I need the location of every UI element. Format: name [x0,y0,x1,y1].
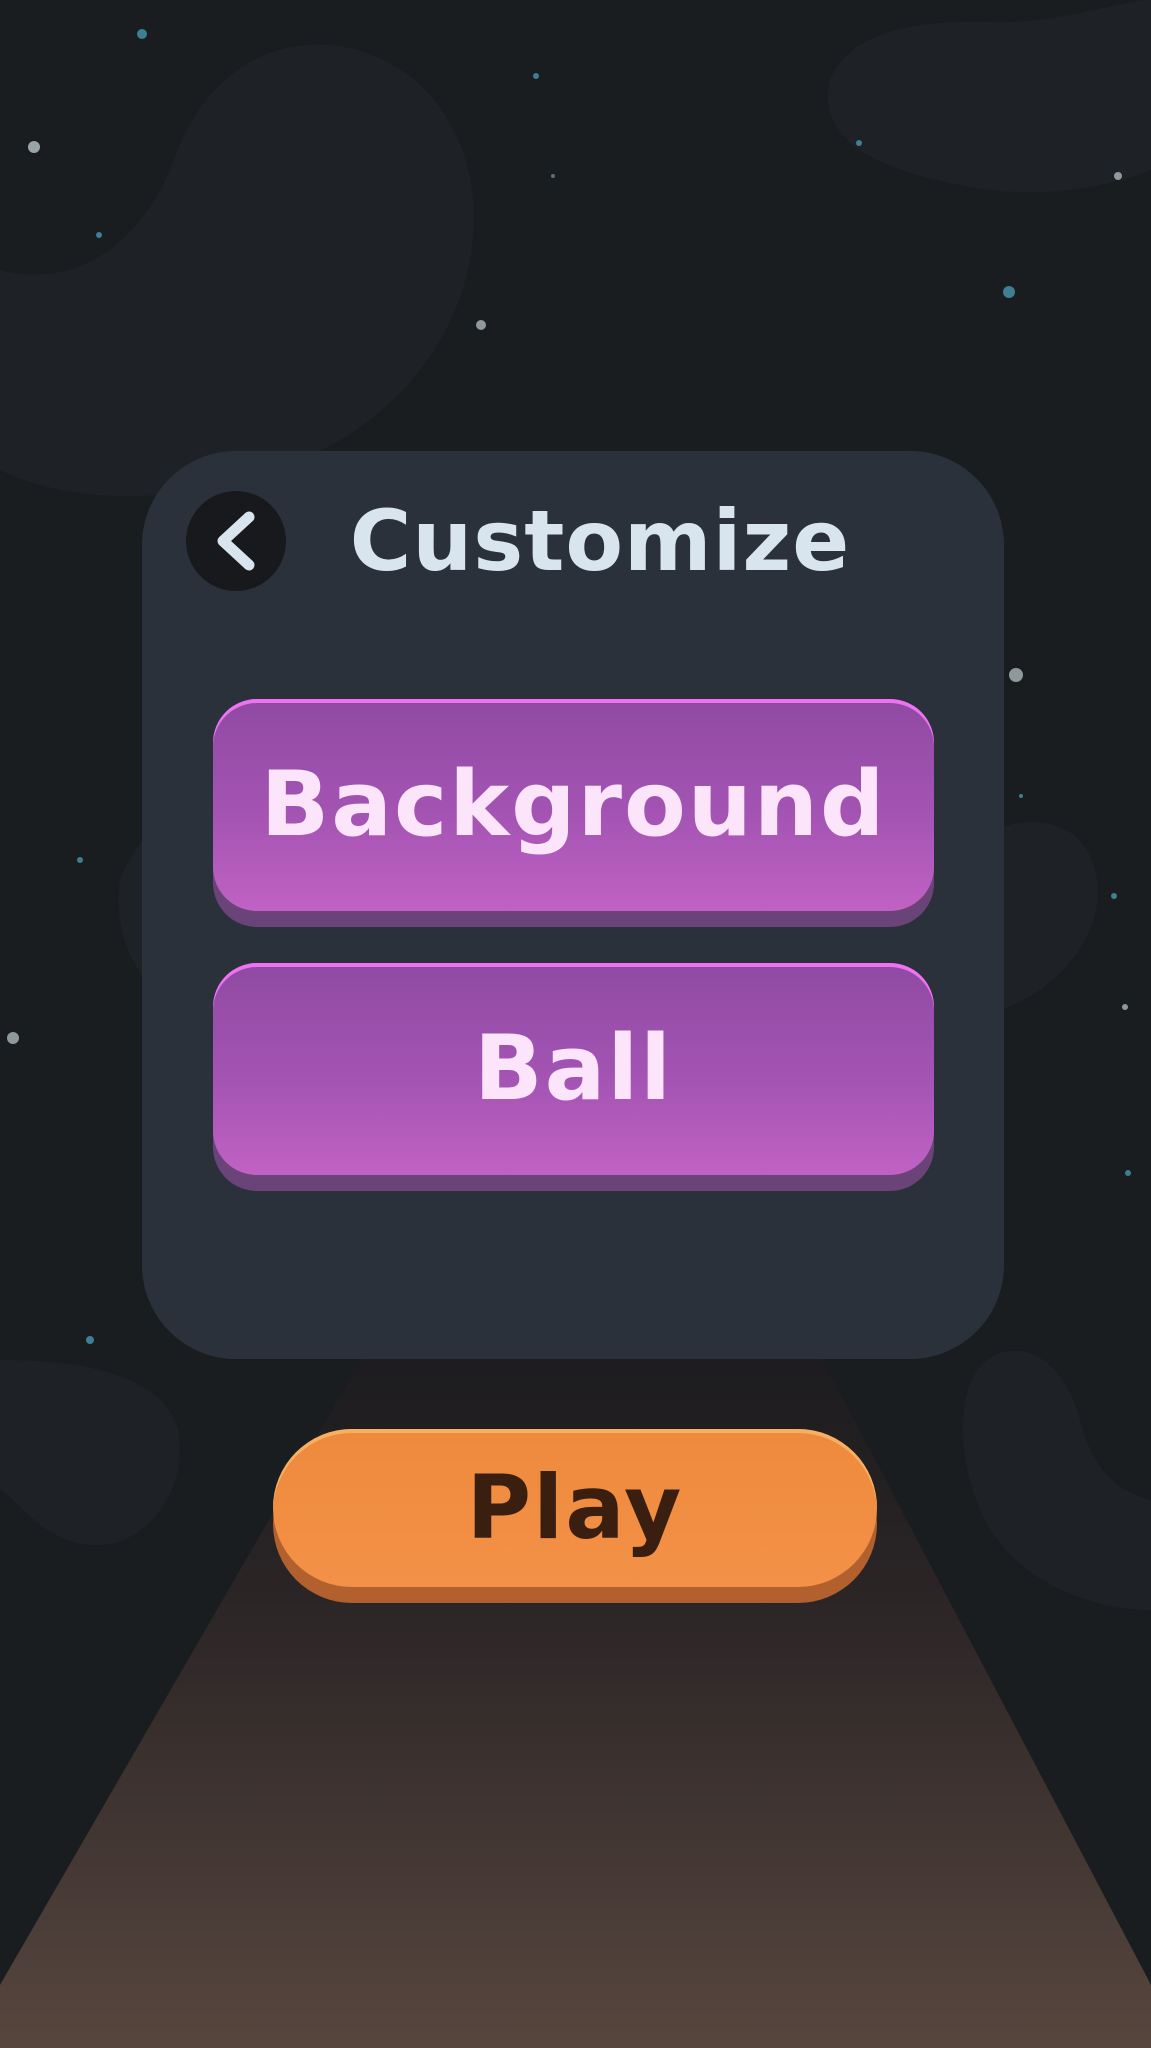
star [551,174,555,178]
ball-button-label: Ball [473,1016,674,1121]
star [7,1032,19,1044]
star [1009,668,1023,682]
play-button-label: Play [466,1456,684,1559]
play-button[interactable]: Play [273,1429,877,1603]
game-screen: Customize Background Ball Play [0,0,1151,2048]
star [1125,1170,1131,1176]
background-button[interactable]: Background [213,699,934,927]
star [1019,794,1023,798]
star [77,857,83,863]
back-button[interactable] [186,491,286,591]
star [1111,893,1117,899]
page-title: Customize [349,492,851,590]
star [476,320,486,330]
star [28,141,40,153]
ball-button[interactable]: Ball [213,963,934,1191]
star [86,1336,94,1344]
star [1122,1004,1128,1010]
star [1114,172,1122,180]
star [533,73,539,79]
background-button-label: Background [260,752,887,857]
star [137,29,147,39]
star [856,140,862,146]
chevron-left-icon [217,511,255,571]
star [1003,286,1015,298]
star [96,232,102,238]
